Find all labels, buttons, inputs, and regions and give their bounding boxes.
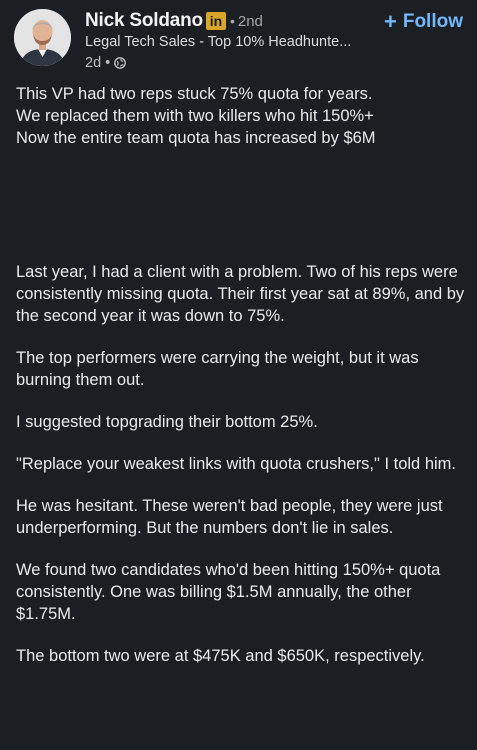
post-meta: 2d •: [85, 54, 127, 72]
linkedin-premium-badge-icon: in: [205, 12, 226, 30]
intro-line: We replaced them with two killers who hi…: [16, 107, 374, 125]
post-paragraph: Last year, I had a client with a problem…: [16, 263, 465, 325]
separator-dot: •: [229, 13, 235, 29]
post-paragraph: "Replace your weakest links with quota c…: [16, 455, 456, 473]
follow-button[interactable]: + Follow: [384, 10, 463, 34]
post-paragraph: I suggested topgrading their bottom 25%.: [16, 413, 318, 431]
intro-line: This VP had two reps stuck 75% quota for…: [16, 85, 373, 103]
post-paragraph: The bottom two were at $475K and $650K, …: [16, 647, 425, 665]
author-name[interactable]: Nick Soldano: [85, 10, 203, 32]
avatar-photo: [14, 9, 71, 66]
post-header: Nick Soldano in • 2nd + Follow Legal Tec…: [0, 0, 477, 80]
post-intro: This VP had two reps stuck 75% quota for…: [16, 83, 466, 149]
author-headline: Legal Tech Sales - Top 10% Headhunte...: [85, 34, 352, 50]
post-time: 2d: [85, 55, 102, 71]
connection-degree: 2nd: [237, 12, 263, 30]
intro-line: Now the entire team quota has increased …: [16, 129, 376, 147]
author-line: Nick Soldano in • 2nd: [85, 9, 263, 33]
post-paragraph: He was hesitant. These weren't bad peopl…: [16, 497, 443, 537]
post-paragraph: The top performers were carrying the wei…: [16, 349, 419, 389]
post-body: This VP had two reps stuck 75% quota for…: [16, 83, 466, 687]
plus-icon: +: [383, 9, 397, 34]
meta-separator-dot: •: [105, 55, 111, 71]
post-paragraph: We found two candidates who'd been hitti…: [16, 561, 441, 623]
avatar[interactable]: [14, 9, 71, 66]
globe-icon: [114, 57, 127, 69]
follow-label: Follow: [402, 11, 463, 32]
